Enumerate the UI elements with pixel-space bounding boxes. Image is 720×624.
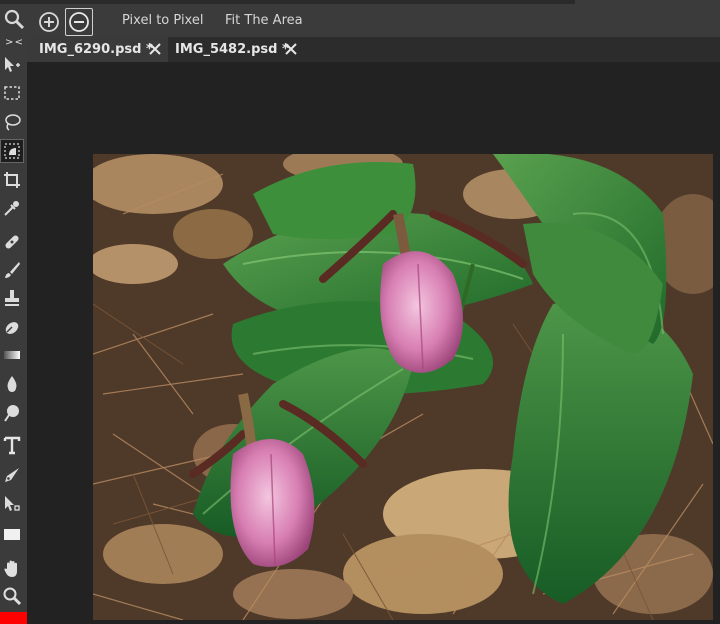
crop-icon[interactable] xyxy=(1,169,23,191)
zoom-icon[interactable] xyxy=(1,585,23,607)
tab-label: IMG_5482.psd * xyxy=(175,42,289,57)
dodge-icon[interactable] xyxy=(1,402,23,424)
tab-img-5482[interactable]: IMG_5482.psd * xyxy=(168,37,304,62)
pen-icon[interactable] xyxy=(1,464,23,486)
zoom-in-icon[interactable] xyxy=(38,11,60,33)
quick-select-icon[interactable] xyxy=(0,139,24,163)
close-icon[interactable] xyxy=(148,42,162,56)
zoom-out-icon[interactable] xyxy=(65,8,93,36)
blur-icon[interactable] xyxy=(1,373,23,395)
clone-stamp-icon[interactable] xyxy=(1,287,23,309)
foreground-color-swatch[interactable] xyxy=(0,612,27,624)
tab-label: IMG_6290.psd * xyxy=(39,42,153,57)
tab-img-6290[interactable]: IMG_6290.psd * xyxy=(27,37,168,62)
rectangular-select-icon[interactable] xyxy=(1,82,23,104)
options-bar: Pixel to Pixel Fit The Area xyxy=(0,0,720,37)
document-canvas-image[interactable] xyxy=(93,154,713,620)
lasso-icon[interactable] xyxy=(1,111,23,133)
eraser-icon[interactable] xyxy=(1,317,23,339)
tools-panel: > < xyxy=(0,37,27,624)
document-tabs: IMG_6290.psd * IMG_5482.psd * xyxy=(27,37,720,62)
brush-icon[interactable] xyxy=(1,259,23,281)
gradient-icon[interactable] xyxy=(1,344,23,366)
hand-icon[interactable] xyxy=(1,558,23,580)
options-bar-edge xyxy=(0,0,575,4)
move-tool-icon[interactable] xyxy=(1,54,23,76)
zoom-tool-icon[interactable] xyxy=(4,9,26,31)
collapse-toolbar-button[interactable]: > < xyxy=(0,37,27,49)
healing-icon[interactable] xyxy=(1,231,23,253)
path-select-icon[interactable] xyxy=(1,493,23,515)
pixel-to-pixel-button[interactable]: Pixel to Pixel xyxy=(122,13,203,28)
text-icon[interactable] xyxy=(1,434,23,456)
eyedropper-icon[interactable] xyxy=(1,197,23,219)
fit-the-area-button[interactable]: Fit The Area xyxy=(225,13,303,28)
shape-icon[interactable] xyxy=(1,523,23,545)
close-icon[interactable] xyxy=(284,42,298,56)
